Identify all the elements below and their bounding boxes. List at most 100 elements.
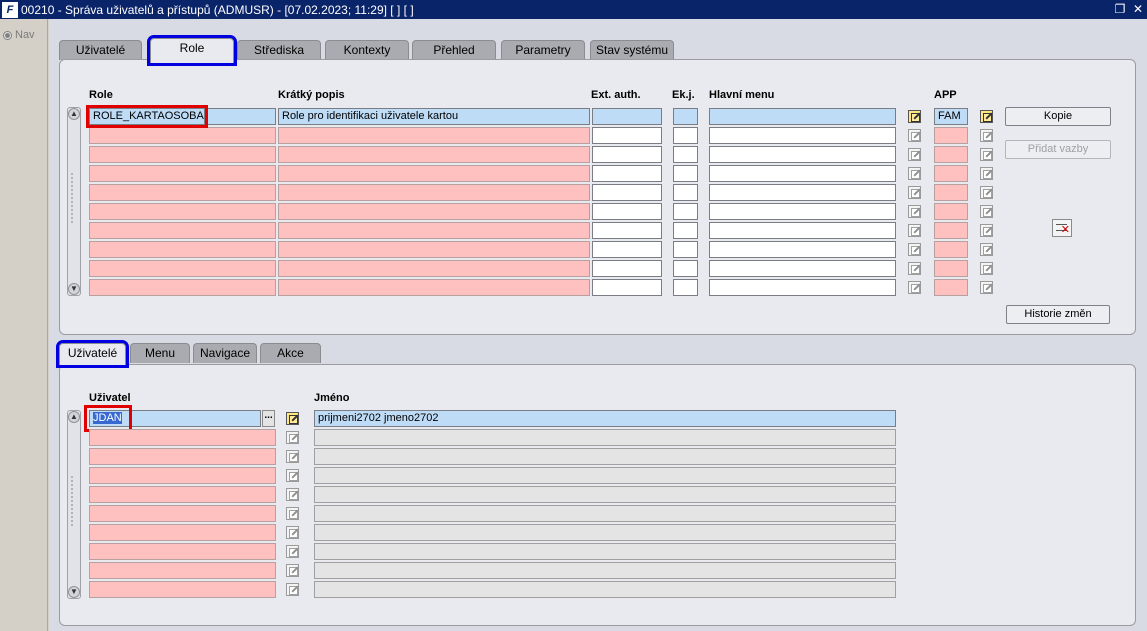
- user-field[interactable]: [89, 429, 276, 446]
- ext-auth-field[interactable]: [592, 279, 662, 296]
- role-field[interactable]: [89, 127, 276, 144]
- user-field[interactable]: [89, 505, 276, 522]
- history-button[interactable]: Historie změn: [1006, 305, 1110, 324]
- ext-auth-field[interactable]: [592, 203, 662, 220]
- app-field[interactable]: [934, 222, 968, 239]
- arrow-up-icon[interactable]: ▲: [68, 108, 80, 120]
- main-menu-field[interactable]: [709, 241, 896, 258]
- main-menu-field[interactable]: [709, 184, 896, 201]
- scroll-grip[interactable]: [71, 476, 77, 526]
- app-field[interactable]: [934, 184, 968, 201]
- short-desc-field[interactable]: [278, 260, 590, 277]
- edit-note-icon[interactable]: [908, 243, 921, 256]
- arrow-down-icon[interactable]: ▼: [68, 283, 80, 295]
- ext-auth-field[interactable]: [592, 146, 662, 163]
- edit-note-icon[interactable]: [286, 431, 299, 444]
- restore-icon[interactable]: ❐: [1113, 1, 1127, 17]
- lov-button[interactable]: ...: [262, 410, 275, 427]
- ext-auth-field[interactable]: [592, 127, 662, 144]
- tab-2[interactable]: Role: [147, 35, 237, 66]
- main-menu-field[interactable]: [709, 260, 896, 277]
- ekj-field[interactable]: [673, 260, 698, 277]
- role-field[interactable]: [89, 165, 276, 182]
- ekj-field[interactable]: [673, 184, 698, 201]
- edit-note-icon[interactable]: [980, 205, 993, 218]
- tab-5[interactable]: Přehled: [412, 40, 496, 60]
- name-field[interactable]: [314, 467, 896, 484]
- edit-note-icon[interactable]: [286, 526, 299, 539]
- user-field[interactable]: [89, 562, 276, 579]
- name-field[interactable]: [314, 581, 896, 598]
- subtab-3[interactable]: Navigace: [193, 343, 257, 363]
- name-field[interactable]: [314, 562, 896, 579]
- short-desc-field[interactable]: [278, 222, 590, 239]
- tab-3[interactable]: Střediska: [237, 40, 321, 60]
- role-scrollbar[interactable]: ▲ ▼: [67, 107, 81, 296]
- edit-note-icon[interactable]: [908, 262, 921, 275]
- edit-note-icon[interactable]: [980, 167, 993, 180]
- edit-note-icon[interactable]: [980, 110, 993, 123]
- ext-auth-field[interactable]: [592, 184, 662, 201]
- tab-7[interactable]: Stav systému: [590, 40, 674, 60]
- app-field[interactable]: [934, 165, 968, 182]
- short-desc-field[interactable]: [278, 127, 590, 144]
- role-field-rest[interactable]: [205, 108, 276, 125]
- short-desc-field[interactable]: [278, 184, 590, 201]
- user-scrollbar[interactable]: ▲ ▼: [67, 410, 81, 599]
- user-field[interactable]: [89, 543, 276, 560]
- name-field[interactable]: [314, 448, 896, 465]
- name-field[interactable]: prijmeni2702 jmeno2702: [314, 410, 896, 427]
- edit-note-icon[interactable]: [286, 412, 299, 425]
- role-field[interactable]: [89, 241, 276, 258]
- edit-note-icon[interactable]: [980, 186, 993, 199]
- ekj-field[interactable]: [673, 203, 698, 220]
- edit-note-icon[interactable]: [980, 148, 993, 161]
- edit-note-icon[interactable]: [980, 129, 993, 142]
- app-field[interactable]: [934, 203, 968, 220]
- role-field[interactable]: [89, 146, 276, 163]
- user-field[interactable]: [89, 524, 276, 541]
- role-field[interactable]: [89, 260, 276, 277]
- app-field[interactable]: FAM: [934, 108, 968, 125]
- ext-auth-field[interactable]: [592, 222, 662, 239]
- role-field[interactable]: [89, 222, 276, 239]
- short-desc-field[interactable]: [278, 165, 590, 182]
- name-field[interactable]: [314, 505, 896, 522]
- short-desc-field[interactable]: [278, 241, 590, 258]
- short-desc-field[interactable]: [278, 203, 590, 220]
- nav-toggle[interactable]: Nav: [3, 29, 35, 41]
- name-field[interactable]: [314, 486, 896, 503]
- app-field[interactable]: [934, 146, 968, 163]
- name-field[interactable]: [314, 524, 896, 541]
- role-field[interactable]: [89, 203, 276, 220]
- tab-6[interactable]: Parametry: [501, 40, 585, 60]
- user-field[interactable]: [89, 581, 276, 598]
- app-field[interactable]: [934, 279, 968, 296]
- short-desc-field[interactable]: [278, 279, 590, 296]
- main-menu-field[interactable]: [709, 203, 896, 220]
- edit-note-icon[interactable]: [286, 469, 299, 482]
- main-menu-field[interactable]: [709, 279, 896, 296]
- app-field[interactable]: [934, 127, 968, 144]
- edit-note-icon[interactable]: [908, 281, 921, 294]
- ekj-field[interactable]: [673, 279, 698, 296]
- main-menu-field[interactable]: [709, 127, 896, 144]
- user-field[interactable]: [89, 467, 276, 484]
- tab-1[interactable]: Uživatelé: [59, 40, 142, 60]
- name-field[interactable]: [314, 543, 896, 560]
- edit-note-icon[interactable]: [286, 450, 299, 463]
- edit-note-icon[interactable]: [286, 507, 299, 520]
- edit-note-icon[interactable]: [286, 564, 299, 577]
- edit-note-icon[interactable]: [908, 224, 921, 237]
- user-field[interactable]: [89, 448, 276, 465]
- subtab-2[interactable]: Menu: [130, 343, 190, 363]
- subtab-1[interactable]: Uživatelé: [56, 340, 129, 368]
- app-field[interactable]: [934, 260, 968, 277]
- edit-note-icon[interactable]: [908, 205, 921, 218]
- edit-note-icon[interactable]: [908, 148, 921, 161]
- scroll-grip[interactable]: [71, 173, 77, 223]
- ext-auth-field[interactable]: [592, 108, 662, 125]
- edit-note-icon[interactable]: [286, 545, 299, 558]
- app-field[interactable]: [934, 241, 968, 258]
- edit-note-icon[interactable]: [908, 186, 921, 199]
